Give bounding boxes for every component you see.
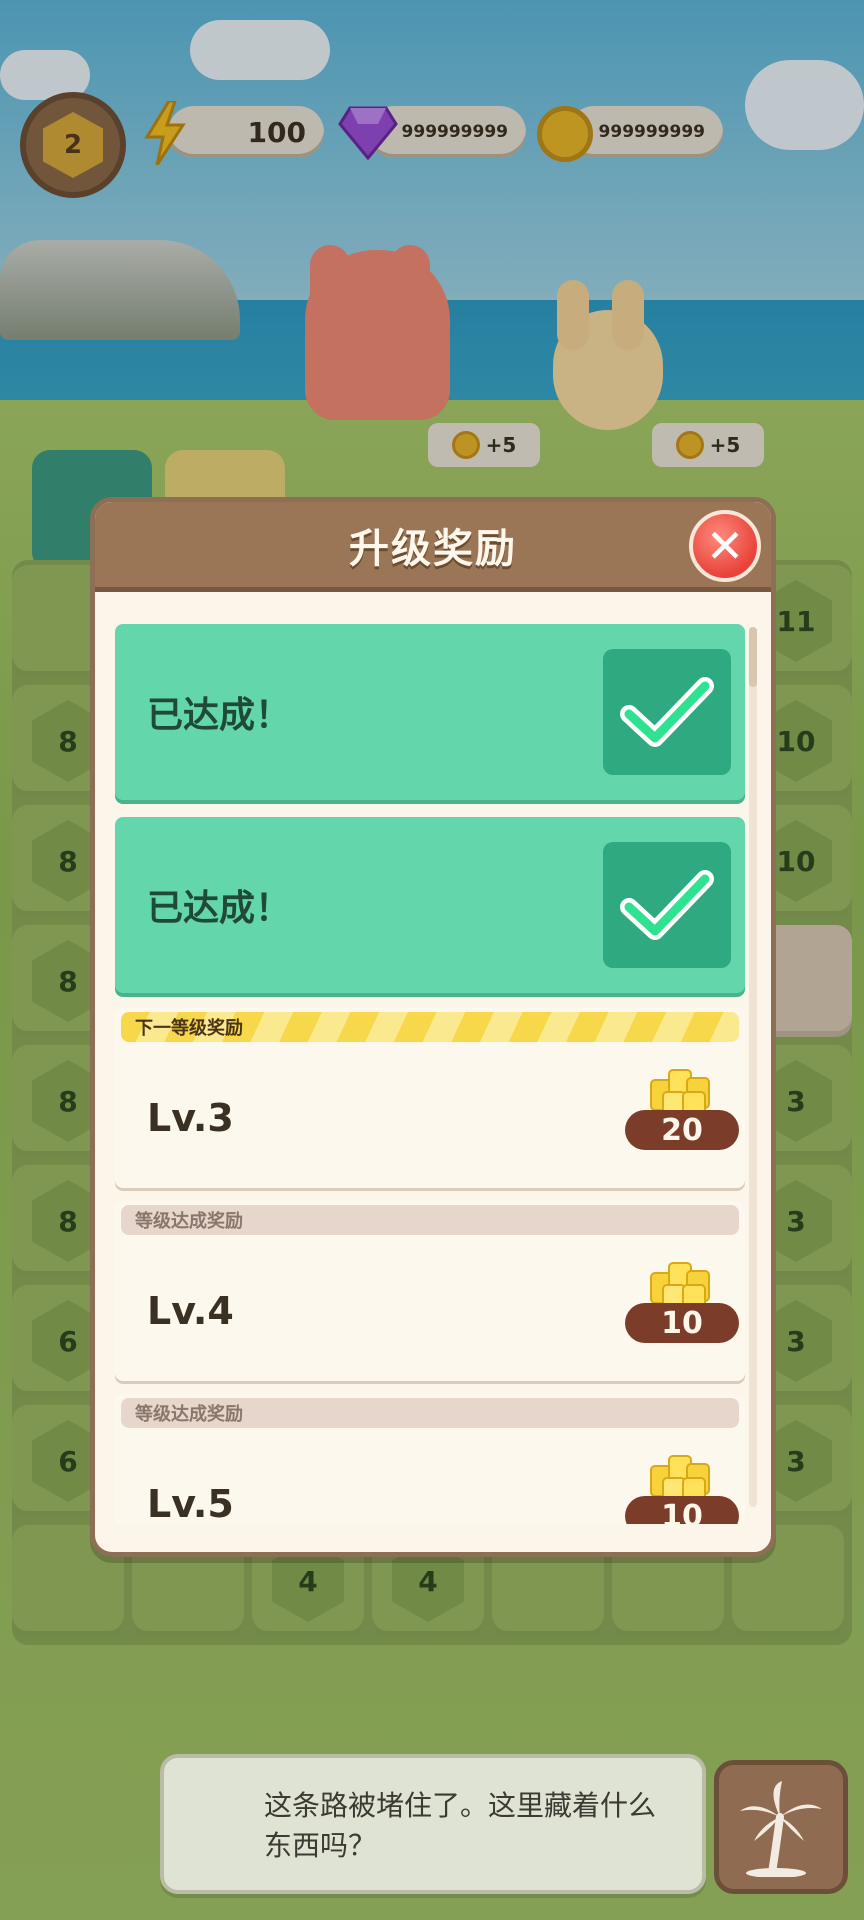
reward-badge: 10	[625, 1259, 739, 1359]
completed-label: 已达成！	[147, 888, 292, 929]
palm-tree-button[interactable]	[714, 1760, 848, 1894]
level-reach-reward-header: 等级达成奖励	[121, 1205, 739, 1235]
level-label: Lv.3	[147, 1096, 234, 1140]
check-icon	[603, 649, 731, 775]
modal-header: 升级奖励 ✕	[95, 502, 771, 592]
level-reward-modal: 升级奖励 ✕ 已达成！ 已达成！ 下一等级奖励 Lv.3 20 等级达成奖励 L…	[90, 497, 776, 1557]
reward-count: 20	[625, 1110, 739, 1150]
scroll-thumb[interactable]	[749, 627, 757, 687]
close-icon: ✕	[705, 519, 745, 573]
level-reach-reward-header: 等级达成奖励	[121, 1398, 739, 1428]
level-label: Lv.5	[147, 1482, 234, 1524]
check-icon	[603, 842, 731, 968]
completed-reward-card: 已达成！	[115, 817, 745, 993]
completed-reward-card: 已达成！	[115, 624, 745, 800]
reward-count: 10	[625, 1303, 739, 1343]
reward-list[interactable]: 已达成！ 已达成！ 下一等级奖励 Lv.3 20 等级达成奖励 Lv.4 10 …	[115, 624, 745, 1524]
level-label: Lv.4	[147, 1289, 234, 1333]
reward-count: 10	[625, 1496, 739, 1524]
level-reward-card[interactable]: 下一等级奖励 Lv.3 20	[115, 1008, 745, 1188]
reward-badge: 10	[625, 1452, 739, 1524]
hint-text: 这条路被堵住了。这里藏着什么东西吗？	[264, 1789, 657, 1862]
reward-badge: 20	[625, 1066, 739, 1166]
level-reward-card[interactable]: 等级达成奖励 Lv.5 10	[115, 1394, 745, 1524]
level-reward-card[interactable]: 等级达成奖励 Lv.4 10	[115, 1201, 745, 1381]
palm-tree-icon	[740, 1781, 822, 1877]
modal-title: 升级奖励	[349, 525, 517, 572]
reward-list-scrollbar[interactable]	[749, 627, 757, 1507]
close-button[interactable]: ✕	[689, 510, 761, 582]
hint-dialog[interactable]: 这条路被堵住了。这里藏着什么东西吗？	[160, 1754, 706, 1894]
completed-label: 已达成！	[147, 695, 292, 736]
next-level-reward-header: 下一等级奖励	[121, 1012, 739, 1042]
